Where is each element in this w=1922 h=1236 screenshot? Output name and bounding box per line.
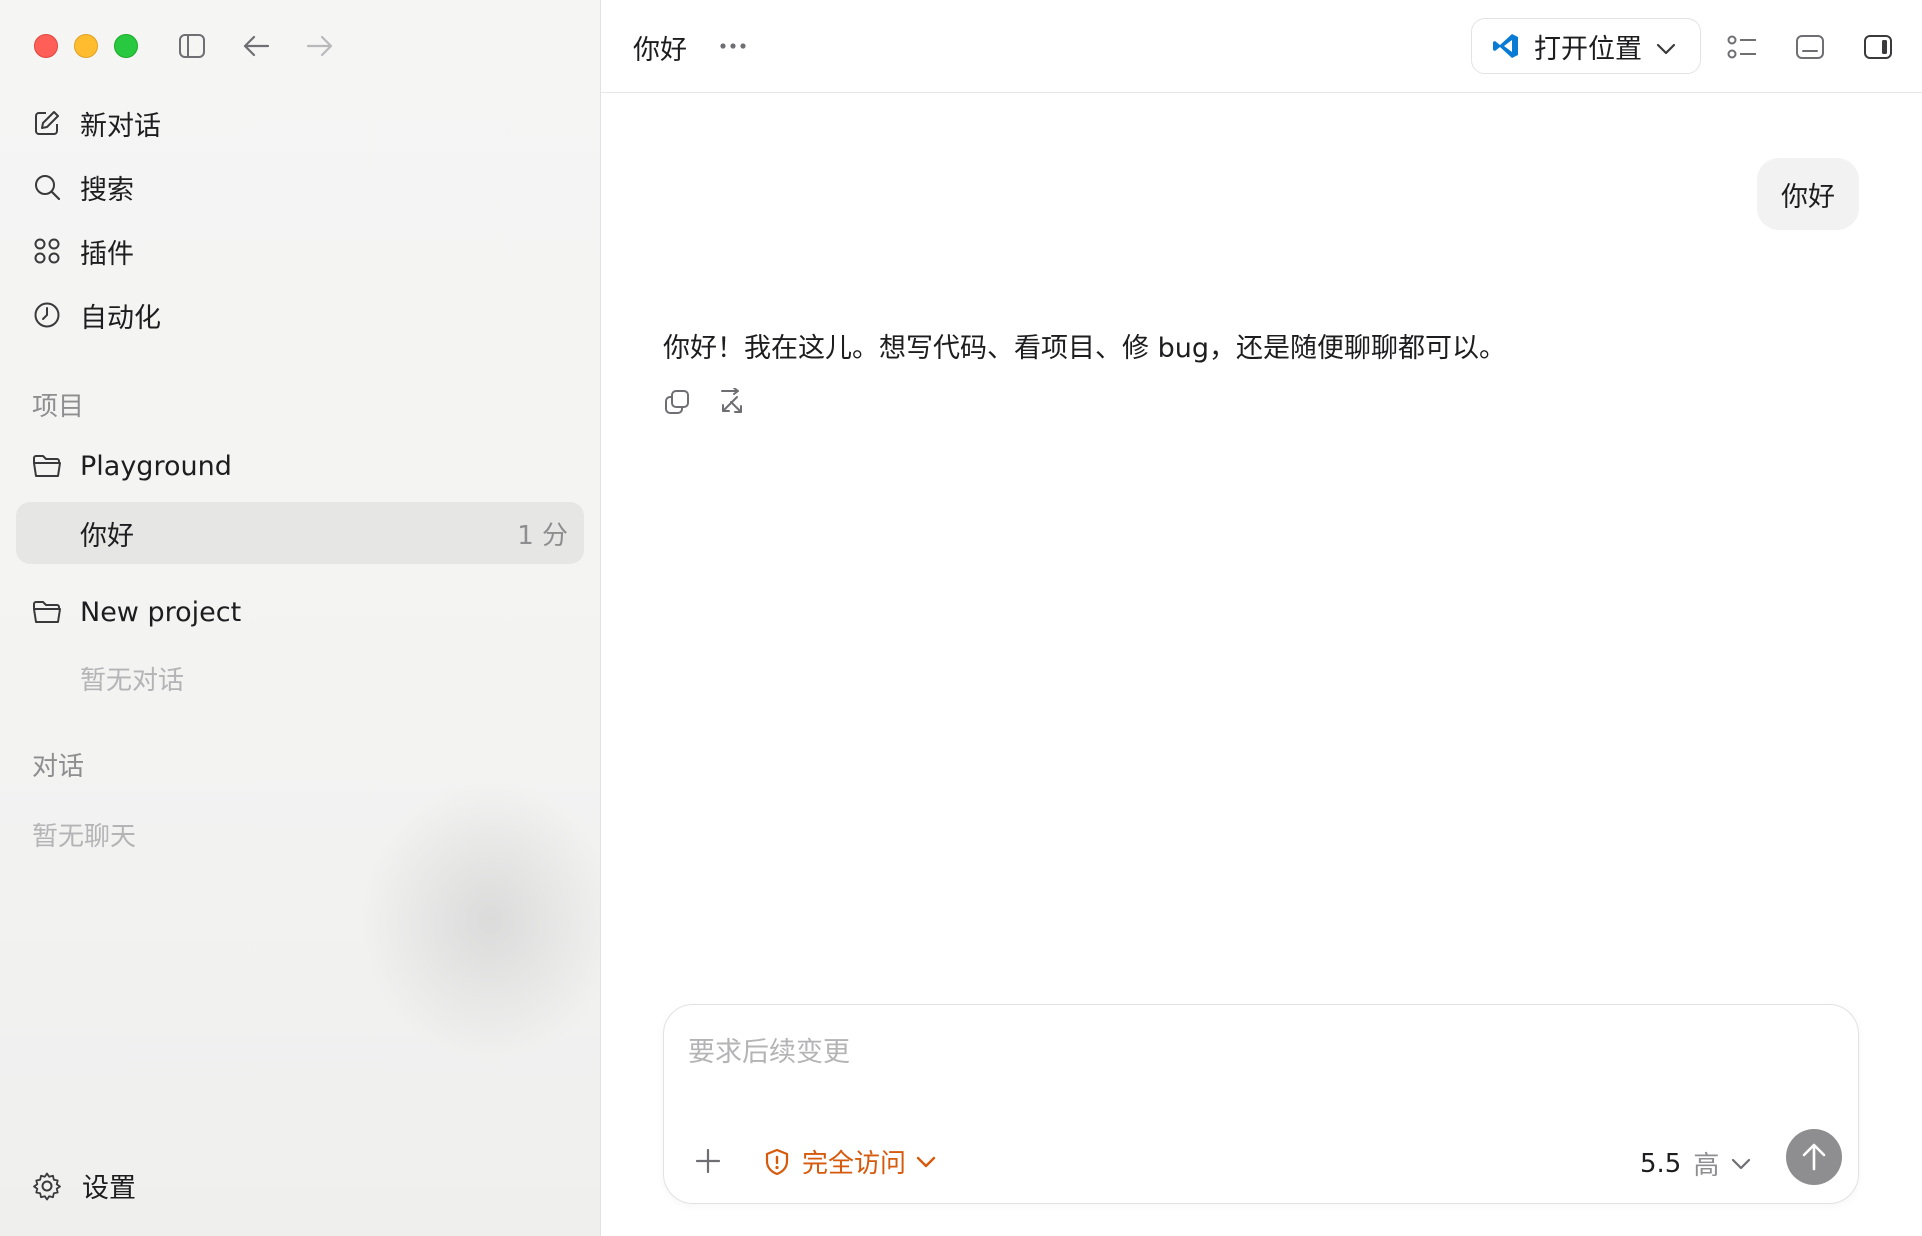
copy-button[interactable] <box>659 384 695 420</box>
model-version: 5.5 <box>1640 1148 1682 1179</box>
project-name: New project <box>80 596 242 628</box>
chevron-down-icon <box>916 1156 936 1168</box>
sidebar-item-new-chat[interactable]: 新对话 <box>16 94 584 152</box>
open-location-button[interactable]: 打开位置 <box>1471 18 1701 74</box>
add-attachment-button[interactable] <box>690 1143 726 1179</box>
folder-icon <box>32 597 64 627</box>
sidebar-icon <box>179 34 205 58</box>
toggle-right-panel-button[interactable] <box>1861 30 1895 64</box>
sidebar: 新对话 搜索 插件 自动化 项目 Playground 你好 1 分 New p… <box>0 0 620 1236</box>
vscode-icon <box>1493 34 1518 58</box>
search-icon <box>32 172 62 202</box>
toggle-sidebar-button[interactable] <box>176 30 208 62</box>
copy-icon <box>665 390 689 414</box>
settings-label: 设置 <box>82 1173 136 1204</box>
access-mode-button[interactable]: 完全访问 <box>764 1143 936 1180</box>
edit-icon <box>32 108 62 138</box>
more-options-button[interactable] <box>717 30 749 62</box>
thread-item-active[interactable]: 你好 1 分 <box>16 502 584 564</box>
sidebar-item-label: 搜索 <box>80 174 134 206</box>
zoom-window-button[interactable] <box>114 34 138 58</box>
project-new-project[interactable]: New project <box>16 582 584 642</box>
access-mode-label: 完全访问 <box>802 1149 907 1179</box>
project-name: Playground <box>80 450 232 482</box>
thread-time: 1 分 <box>517 520 568 551</box>
assistant-message: 你好！我在这儿。想写代码、看项目、修 bug，还是随便聊聊都可以。 <box>663 333 1506 364</box>
arrow-left-icon <box>243 35 270 57</box>
reasoning-effort: 高 <box>1693 1151 1720 1181</box>
main-panel: 你好 打开位置 你好 你好！我在这儿。想写代码、看项目、修 bug，还是随便聊聊… <box>600 0 1922 1236</box>
clock-icon <box>32 300 62 330</box>
message-actions <box>659 384 767 420</box>
panel-bottom-icon <box>1796 35 1824 59</box>
panel-right-icon <box>1864 35 1892 59</box>
toggle-bottom-panel-button[interactable] <box>1793 30 1827 64</box>
sidebar-item-search[interactable]: 搜索 <box>16 158 584 216</box>
forward-button[interactable] <box>304 30 336 62</box>
chat-header: 你好 打开位置 <box>601 0 1922 93</box>
grid-icon <box>32 236 62 266</box>
project-playground[interactable]: Playground <box>16 436 584 496</box>
sidebar-item-label: 插件 <box>80 238 134 270</box>
branch-icon <box>721 388 742 413</box>
chevron-down-icon <box>1656 31 1676 62</box>
task-list-button[interactable] <box>1725 30 1759 64</box>
sidebar-item-label: 自动化 <box>80 302 161 334</box>
more-horizontal-icon <box>720 43 746 49</box>
fork-button[interactable] <box>713 384 749 420</box>
thread-title: 你好 <box>80 520 134 552</box>
gear-icon <box>32 1170 64 1202</box>
sidebar-item-plugins[interactable]: 插件 <box>16 222 584 280</box>
composer: 完全访问 5.5 高 <box>663 1004 1859 1204</box>
model-selector[interactable]: 5.5 高 <box>1640 1145 1751 1182</box>
send-button[interactable] <box>1786 1129 1842 1185</box>
projects-section-label: 项目 <box>32 392 85 422</box>
chevron-down-icon <box>1731 1158 1751 1170</box>
close-window-button[interactable] <box>34 34 58 58</box>
arrow-right-icon <box>306 35 333 57</box>
sidebar-item-automation[interactable]: 自动化 <box>16 286 584 344</box>
chat-title: 你好 <box>633 35 687 66</box>
arrow-up-icon <box>1802 1143 1826 1171</box>
sidebar-item-label: 新对话 <box>80 110 161 142</box>
plus-icon <box>695 1148 721 1174</box>
minimize-window-button[interactable] <box>74 34 98 58</box>
settings-button[interactable]: 设置 <box>32 1166 136 1205</box>
user-message: 你好 <box>1757 158 1859 230</box>
folder-icon <box>32 451 64 481</box>
back-button[interactable] <box>240 30 272 62</box>
open-location-label: 打开位置 <box>1534 33 1642 65</box>
chats-section-label: 对话 <box>32 752 85 782</box>
no-chats-text: 暂无聊天 <box>32 822 137 852</box>
message-input[interactable] <box>688 1037 1828 1068</box>
checklist-icon <box>1727 35 1756 59</box>
no-threads-text: 暂无对话 <box>80 666 185 696</box>
shield-alert-icon <box>764 1148 792 1176</box>
